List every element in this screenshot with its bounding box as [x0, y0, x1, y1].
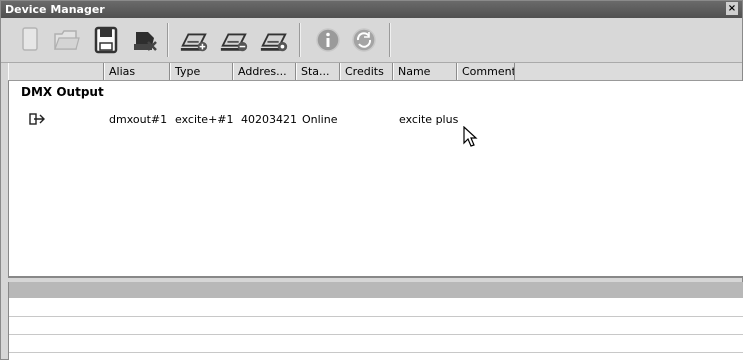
- output-arrow-icon: [29, 112, 47, 131]
- toolbar: [1, 18, 742, 63]
- remove-interface-button[interactable]: [219, 24, 249, 56]
- device-list: DMX Output dmxout#1 excite+#1 40203421 O…: [8, 81, 743, 278]
- toolbar-separator: [167, 23, 169, 57]
- column-name[interactable]: Name: [393, 63, 457, 80]
- open-button[interactable]: [51, 24, 81, 56]
- save-icon: [94, 26, 118, 54]
- save-button[interactable]: [91, 24, 121, 56]
- column-alias[interactable]: Alias: [104, 63, 170, 80]
- new-button[interactable]: [15, 24, 45, 56]
- divider: [9, 352, 743, 353]
- toolbar-separator: [299, 23, 301, 57]
- detail-pane-header: [9, 282, 743, 298]
- column-status[interactable]: Sta...: [296, 63, 340, 80]
- interface-settings-icon: [260, 33, 288, 52]
- refresh-icon: [352, 28, 376, 52]
- cell-address: 40203421: [241, 113, 297, 126]
- mouse-pointer-icon: [463, 126, 478, 147]
- column-credits[interactable]: Credits: [340, 63, 393, 80]
- add-interface-button[interactable]: [179, 24, 209, 56]
- column-address[interactable]: Addres...: [233, 63, 296, 80]
- open-folder-icon: [54, 30, 80, 50]
- new-icon: [22, 27, 38, 51]
- device-manager-window: Device Manager × Alias Type Addres... St…: [0, 0, 743, 360]
- toolbar-separator: [389, 23, 391, 57]
- group-header-dmx-output[interactable]: DMX Output: [21, 85, 104, 99]
- interface-settings-button[interactable]: [259, 24, 289, 56]
- divider: [9, 334, 743, 335]
- remove-interface-icon: [220, 33, 248, 52]
- column-icon[interactable]: [8, 63, 104, 80]
- detail-pane: [8, 282, 743, 360]
- remove-device-icon: [134, 32, 157, 51]
- cell-status: Online: [302, 113, 338, 126]
- refresh-button[interactable]: [349, 24, 379, 56]
- cell-alias: dmxout#1: [109, 113, 168, 126]
- remove-device-button[interactable]: [129, 24, 159, 56]
- column-comment[interactable]: Comment: [457, 63, 515, 80]
- info-icon: [316, 28, 340, 52]
- title-bar: Device Manager ×: [1, 1, 742, 18]
- info-button[interactable]: [313, 24, 343, 56]
- column-type[interactable]: Type: [170, 63, 233, 80]
- window-title: Device Manager: [5, 3, 105, 16]
- add-interface-icon: [180, 33, 208, 52]
- cell-name: excite plus: [399, 113, 459, 126]
- divider: [9, 316, 743, 317]
- table-row[interactable]: dmxout#1 excite+#1 40203421 Online excit…: [9, 112, 743, 130]
- cell-type: excite+#1: [175, 113, 234, 126]
- close-icon[interactable]: ×: [726, 2, 738, 15]
- column-header: Alias Type Addres... Sta... Credits Name…: [8, 63, 742, 81]
